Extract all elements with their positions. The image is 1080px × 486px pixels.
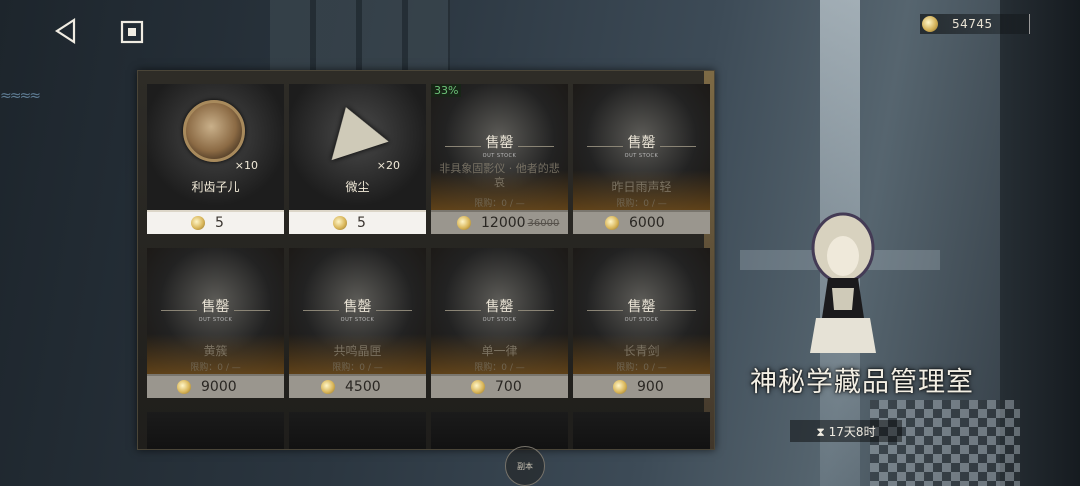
coin-icon xyxy=(191,216,205,230)
item-price: 5 xyxy=(215,215,224,231)
item-name: 长青剑 xyxy=(623,344,660,358)
item-price: 9000 xyxy=(201,379,237,395)
price-bar: 5 xyxy=(289,210,426,234)
sold-out-label: 售罄 xyxy=(343,299,372,315)
shop-panel: ×10 利齿子儿 5 ×20 微尘 5 33% 售罄 OUT STOCK 非具象… xyxy=(137,70,715,450)
purchase-limit: 限购：0 / — xyxy=(616,363,667,373)
purchase-limit: 限购：0 / — xyxy=(332,363,383,373)
purchase-limit: 限购：0 / — xyxy=(616,199,667,209)
checkered-floor xyxy=(870,400,1020,486)
sold-out-label: 售罄 xyxy=(485,135,514,151)
crystal-shard-icon xyxy=(317,97,389,161)
sold-out-label: 售罄 xyxy=(201,299,230,315)
price-bar: 5 xyxy=(147,210,284,234)
shop-item-card[interactable]: ×10 利齿子儿 5 xyxy=(147,84,284,234)
sold-out-label: 售罄 xyxy=(627,135,656,151)
sold-out-sublabel: OUT STOCK xyxy=(624,153,659,159)
home-button[interactable] xyxy=(120,20,144,44)
item-quantity: ×10 xyxy=(234,159,258,172)
shop-item-card-sold-out[interactable]: 售罄 OUT STOCK 长青剑 限购：0 / — 900 xyxy=(573,248,710,398)
item-price: 5 xyxy=(357,215,366,231)
price-bar: 700 xyxy=(431,374,568,398)
wave-decoration: ≈≈≈≈ xyxy=(0,88,41,104)
shop-item-card-sold-out[interactable]: 33% 售罄 OUT STOCK 非具象固影仪 · 他者的悲哀 限购：0 / —… xyxy=(431,84,568,234)
page-title: 神秘学藏品管理室 xyxy=(750,367,974,398)
price-bar: 4500 xyxy=(289,374,426,398)
shop-item-card[interactable] xyxy=(289,412,426,449)
bottom-nav-button[interactable]: 副本 xyxy=(505,446,545,486)
price-bar: 9000 xyxy=(147,374,284,398)
coin-icon xyxy=(922,16,938,32)
countdown-timer: ⧗ 17天8时 xyxy=(790,420,902,442)
price-bar: 900 xyxy=(573,374,710,398)
shop-item-card-sold-out[interactable]: 售罄 OUT STOCK 单一律 限购：0 / — 700 xyxy=(431,248,568,398)
medal-icon xyxy=(183,100,245,162)
purchase-limit: 限购：0 / — xyxy=(190,363,241,373)
price-bar: 6000 xyxy=(573,210,710,234)
coin-icon xyxy=(471,380,485,394)
item-price: 900 xyxy=(637,379,664,395)
shop-item-card-sold-out[interactable]: 售罄 OUT STOCK 共鸣晶匣 限购：0 / — 4500 xyxy=(289,248,426,398)
sold-out-label: 售罄 xyxy=(627,299,656,315)
item-price: 12000 xyxy=(481,215,526,231)
original-price: 36000 xyxy=(527,217,560,229)
item-name: 利齿子儿 xyxy=(191,180,240,194)
item-price: 4500 xyxy=(345,379,381,395)
currency-amount: 54745 xyxy=(952,17,993,31)
sold-out-label: 售罄 xyxy=(485,299,514,315)
back-button[interactable] xyxy=(54,17,78,45)
item-name: 黄簇 xyxy=(203,344,228,358)
sold-out-sublabel: OUT STOCK xyxy=(624,317,659,323)
coin-icon xyxy=(613,380,627,394)
item-name: 共鸣晶匣 xyxy=(333,344,382,358)
sold-out-sublabel: OUT STOCK xyxy=(482,153,517,159)
shop-item-card[interactable]: ×20 微尘 5 xyxy=(289,84,426,234)
shop-item-card[interactable] xyxy=(431,412,568,449)
item-name: 微尘 xyxy=(345,180,370,194)
purchase-limit: 限购：0 / — xyxy=(474,363,525,373)
purchase-limit: 限购：0 / — xyxy=(474,199,525,209)
background-window xyxy=(270,0,450,70)
sold-out-sublabel: OUT STOCK xyxy=(198,317,233,323)
discount-badge: 33% xyxy=(431,84,462,97)
item-quantity: ×20 xyxy=(376,159,400,172)
item-name: 昨日雨声轻 xyxy=(611,180,672,194)
coin-icon xyxy=(177,380,191,394)
shop-item-card-sold-out[interactable]: 售罄 OUT STOCK 黄簇 限购：0 / — 9000 xyxy=(147,248,284,398)
character-figure xyxy=(810,212,876,353)
coin-icon xyxy=(321,380,335,394)
coin-icon xyxy=(333,216,347,230)
item-price: 700 xyxy=(495,379,522,395)
home-square-icon xyxy=(120,20,144,44)
item-price: 6000 xyxy=(629,215,665,231)
item-name: 单一律 xyxy=(481,344,518,358)
shop-item-card[interactable] xyxy=(147,412,284,449)
sold-out-sublabel: OUT STOCK xyxy=(482,317,517,323)
currency-display: 54745 xyxy=(920,14,1030,34)
item-name: 非具象固影仪 · 他者的悲哀 xyxy=(439,162,560,189)
coin-icon xyxy=(605,216,619,230)
sold-out-sublabel: OUT STOCK xyxy=(340,317,375,323)
shop-item-card[interactable] xyxy=(573,412,710,449)
coin-icon xyxy=(457,216,471,230)
bottom-nav-label: 副本 xyxy=(517,461,533,471)
back-arrow-icon xyxy=(54,17,76,45)
shop-item-card-sold-out[interactable]: 售罄 OUT STOCK 昨日雨声轻 限购：0 / — 6000 xyxy=(573,84,710,234)
price-bar: 12000 36000 xyxy=(431,210,568,234)
